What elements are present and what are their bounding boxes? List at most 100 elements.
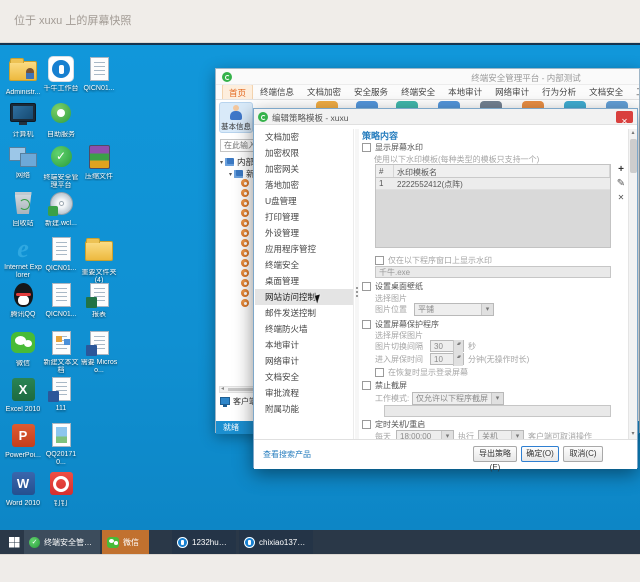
nav-item-desktop-management[interactable]: 桌面管理 bbox=[255, 273, 353, 289]
terminal-node-icon[interactable] bbox=[241, 279, 249, 287]
image-position-dropdown[interactable]: 平铺 bbox=[414, 303, 494, 316]
set-wallpaper-checkbox-row[interactable]: 设置桌面壁纸 bbox=[362, 281, 423, 292]
delete-icon[interactable] bbox=[615, 192, 627, 203]
nav-item-doc-security[interactable]: 文档安全 bbox=[255, 369, 353, 385]
desktop-icon-word-file-111[interactable]: 111 bbox=[42, 376, 80, 413]
desktop-icon-wechat[interactable]: 微信 bbox=[4, 330, 42, 368]
terminal-node-icon[interactable] bbox=[241, 259, 249, 267]
add-icon[interactable] bbox=[615, 164, 627, 175]
taskbar-task-wechat[interactable]: 微信 bbox=[102, 530, 149, 554]
interval-spinner[interactable]: 30 bbox=[430, 340, 464, 352]
desktop-icon-network[interactable]: 网络 bbox=[4, 144, 42, 180]
desktop-icon-text-file[interactable]: QICN01... bbox=[80, 56, 118, 93]
enter-time-spinner[interactable]: 10 bbox=[430, 353, 464, 365]
desktop-icon-new-text-doc[interactable]: 新建文本文档 bbox=[42, 330, 80, 375]
tab-terminal-info[interactable]: 终端信息 bbox=[254, 85, 300, 100]
nav-splitter[interactable] bbox=[355, 129, 359, 439]
nav-item-network-audit[interactable]: 网络审计 bbox=[255, 353, 353, 369]
client-panel-tab[interactable]: 客户端 bbox=[220, 396, 257, 408]
desktop-icon-qianniu-workbench[interactable]: 千牛工作台 bbox=[42, 56, 80, 93]
content-scrollbar[interactable] bbox=[628, 129, 637, 439]
desktop-icon-red-app[interactable]: 钉钉 bbox=[42, 470, 80, 508]
desktop-icon-security-platform[interactable]: 终端安全管理平台 bbox=[42, 144, 80, 190]
program-list-input[interactable] bbox=[375, 266, 611, 278]
desktop-icon-recycle-bin[interactable]: 回收站 bbox=[4, 190, 42, 228]
tab-behavior-analysis[interactable]: 行为分析 bbox=[536, 85, 582, 100]
taskbar-task-qianniu-1[interactable]: 1232huo-接待中心 bbox=[172, 530, 236, 554]
no-screenshot-checkbox-row[interactable]: 禁止截屏 bbox=[362, 380, 407, 391]
terminal-node-icon[interactable] bbox=[241, 269, 249, 277]
desktop-icon-image-file[interactable]: QQ201710... bbox=[42, 422, 80, 467]
scheduled-shutdown-checkbox-row[interactable]: 定时关机/重启 bbox=[362, 419, 425, 430]
expand-arrow-icon[interactable] bbox=[229, 171, 232, 178]
only-programs-checkbox-row[interactable]: 仅在以下程序窗口上显示水印 bbox=[375, 255, 492, 266]
checkbox-icon[interactable] bbox=[362, 381, 371, 390]
nav-item-terminal-security[interactable]: 终端安全 bbox=[255, 257, 353, 273]
toolbar-basic-info[interactable]: 基本信息 bbox=[219, 102, 253, 133]
checkbox-icon[interactable] bbox=[362, 143, 371, 152]
desktop-icon-powerpoint[interactable]: PowerPoi... bbox=[4, 422, 42, 460]
tab-home[interactable]: 首页 bbox=[222, 85, 253, 100]
desktop-icon-qq[interactable]: 腾讯QQ bbox=[4, 282, 42, 319]
nav-item-approval-flow[interactable]: 审批流程 bbox=[255, 385, 353, 401]
nav-item-auxiliary-functions[interactable]: 附属功能 bbox=[255, 401, 353, 417]
set-screensaver-checkbox-row[interactable]: 设置屏幕保护程序 bbox=[362, 319, 439, 330]
desktop-icon-excel-2010[interactable]: Excel 2010 bbox=[4, 376, 42, 414]
nav-item-website-access-control[interactable]: 网站访问控制 bbox=[255, 289, 353, 305]
checkbox-icon[interactable] bbox=[375, 368, 384, 377]
scroll-up-icon[interactable] bbox=[629, 129, 637, 138]
taskbar-task-qianniu-2[interactable]: chixiao137304-接... bbox=[239, 530, 313, 554]
nav-item-doc-encryption[interactable]: 文档加密 bbox=[255, 129, 353, 145]
desktop-icon-text-file-3[interactable]: QICN01... bbox=[42, 282, 80, 319]
terminal-node-icon[interactable] bbox=[241, 249, 249, 257]
terminal-node-icon[interactable] bbox=[241, 189, 249, 197]
edit-pencil-icon[interactable] bbox=[615, 178, 627, 189]
desktop-icon-setup-disc[interactable]: 新建.wcl... bbox=[42, 190, 80, 228]
screenshot-program-input[interactable] bbox=[384, 405, 611, 417]
nav-item-email-control[interactable]: 邮件发送控制 bbox=[255, 305, 353, 321]
nav-item-usb-management[interactable]: U盘管理 bbox=[255, 193, 353, 209]
checkbox-icon[interactable] bbox=[362, 320, 371, 329]
scrollbar-thumb[interactable] bbox=[630, 139, 637, 173]
nav-item-landing-encryption[interactable]: 落地加密 bbox=[255, 177, 353, 193]
tab-terminal-security[interactable]: 终端安全 bbox=[395, 85, 441, 100]
desktop-icon-word-file[interactable]: 需要 Microso... bbox=[80, 330, 118, 375]
show-watermark-checkbox-row[interactable]: 显示屏幕水印 bbox=[362, 142, 423, 153]
scrollbar-thumb[interactable] bbox=[228, 388, 254, 391]
terminal-node-icon[interactable] bbox=[241, 289, 249, 297]
expand-arrow-icon[interactable] bbox=[220, 159, 223, 166]
desktop-icon-important-folder[interactable]: 重要文件夹(4) bbox=[80, 236, 118, 285]
nav-item-application-control[interactable]: 应用程序管控 bbox=[255, 241, 353, 257]
terminal-node-icon[interactable] bbox=[241, 209, 249, 217]
checkbox-icon[interactable] bbox=[375, 256, 384, 265]
close-icon[interactable] bbox=[616, 111, 633, 123]
checkbox-icon[interactable] bbox=[362, 282, 371, 291]
cancel-button[interactable]: 取消(C) bbox=[563, 446, 603, 462]
terminal-node-icon[interactable] bbox=[241, 199, 249, 207]
tab-doc-encryption[interactable]: 文档加密 bbox=[301, 85, 347, 100]
desktop-icon-archive[interactable]: 压缩文件 bbox=[80, 144, 118, 181]
ok-button[interactable]: 确定(O) bbox=[521, 446, 559, 462]
nav-item-print-management[interactable]: 打印管理 bbox=[255, 209, 353, 225]
tab-network-audit[interactable]: 网络审计 bbox=[489, 85, 535, 100]
checkbox-icon[interactable] bbox=[362, 420, 371, 429]
taskbar-task-security-platform[interactable]: 终端安全管理平台 ... bbox=[24, 530, 100, 554]
tab-toolbox[interactable]: 工具箱 bbox=[630, 85, 639, 100]
watermark-template-table[interactable]: # 水印模板名 1 2222552412(点阵) bbox=[375, 164, 611, 248]
scroll-down-icon[interactable] bbox=[629, 430, 637, 439]
main-window-titlebar[interactable]: 终端安全管理平台 - 内部测试 bbox=[216, 69, 639, 85]
terminal-node-icon[interactable] bbox=[241, 179, 249, 187]
desktop-icon-self-service[interactable]: 自助服务 bbox=[42, 100, 80, 139]
nav-item-terminal-firewall[interactable]: 终端防火墙 bbox=[255, 321, 353, 337]
footer-link[interactable]: 查看搜索产品 bbox=[263, 449, 311, 460]
desktop-icon-internet-explorer[interactable]: Internet Explorer bbox=[4, 236, 42, 280]
terminal-node-icon[interactable] bbox=[241, 219, 249, 227]
desktop-icon-excel-file[interactable]: 报表 bbox=[80, 282, 118, 319]
dialog-titlebar[interactable]: 编辑策略模板 - xuxu bbox=[254, 109, 637, 125]
terminal-node-icon[interactable] bbox=[241, 239, 249, 247]
desktop-icon-text-file-2[interactable]: QICN01... bbox=[42, 236, 80, 273]
nav-item-encryption-permission[interactable]: 加密权限 bbox=[255, 145, 353, 161]
nav-item-peripheral-management[interactable]: 外设管理 bbox=[255, 225, 353, 241]
nav-item-encryption-gateway[interactable]: 加密网关 bbox=[255, 161, 353, 177]
export-policy-button[interactable]: 导出策略(E) bbox=[473, 446, 517, 462]
